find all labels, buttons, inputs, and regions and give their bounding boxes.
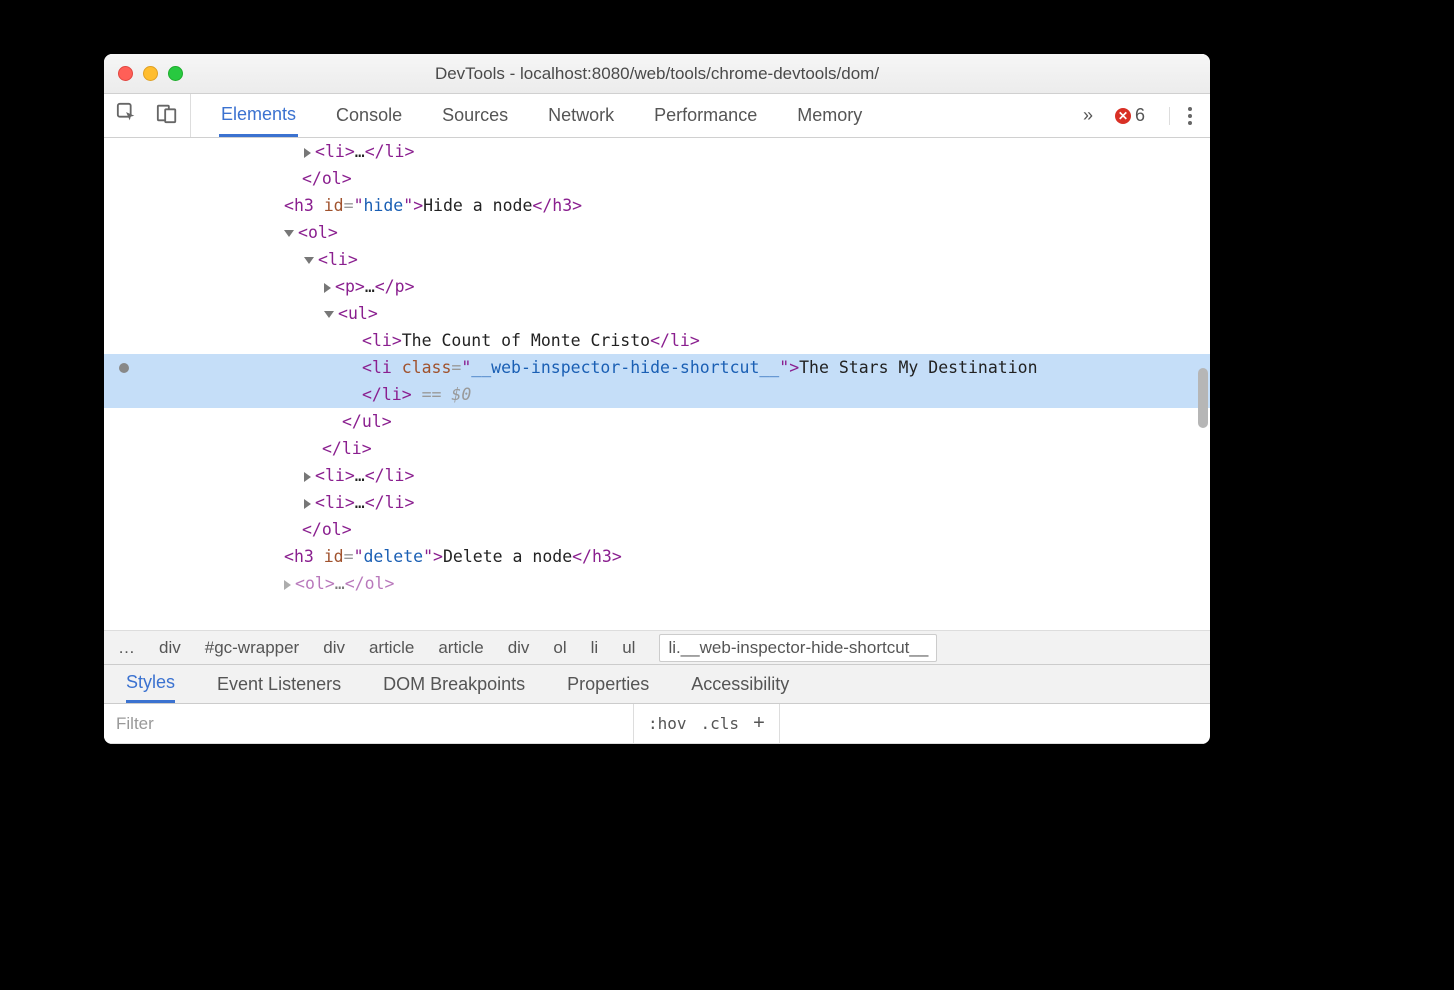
maximize-icon[interactable] <box>168 66 183 81</box>
titlebar: DevTools - localhost:8080/web/tools/chro… <box>104 54 1210 94</box>
breadcrumb-item[interactable]: article <box>438 638 483 658</box>
dom-node[interactable]: <li>…</li> <box>104 462 1210 489</box>
tab-performance[interactable]: Performance <box>652 94 759 137</box>
breadcrumb-item[interactable]: div <box>159 638 181 658</box>
box-model-preview <box>780 704 1210 743</box>
traffic-lights <box>104 66 183 81</box>
window-title: DevTools - localhost:8080/web/tools/chro… <box>104 64 1210 84</box>
main-toolbar: Elements Console Sources Network Perform… <box>104 94 1210 138</box>
subtab-accessibility[interactable]: Accessibility <box>691 665 789 703</box>
tab-memory[interactable]: Memory <box>795 94 864 137</box>
devtools-window: DevTools - localhost:8080/web/tools/chro… <box>104 54 1210 744</box>
dom-node[interactable]: <li> <box>104 246 1210 273</box>
toolbar-icon-group <box>104 94 191 137</box>
dom-node[interactable]: <h3 id="delete">Delete a node</h3> <box>104 543 1210 570</box>
dom-node[interactable]: <h3 id="hide">Hide a node</h3> <box>104 192 1210 219</box>
hov-toggle[interactable]: :hov <box>648 714 687 733</box>
breadcrumb-overflow[interactable]: … <box>118 638 135 658</box>
toolbar-right: » ✕ 6 <box>1083 105 1210 126</box>
cls-toggle[interactable]: .cls <box>701 714 740 733</box>
dom-node[interactable]: </li> <box>104 435 1210 462</box>
tab-console[interactable]: Console <box>334 94 404 137</box>
filter-input[interactable] <box>104 704 634 743</box>
breadcrumb-item[interactable]: div <box>508 638 530 658</box>
styles-subtabs: Styles Event Listeners DOM Breakpoints P… <box>104 664 1210 704</box>
dom-node[interactable]: </ol> <box>104 516 1210 543</box>
device-toggle-icon[interactable] <box>156 102 178 129</box>
error-badge[interactable]: ✕ 6 <box>1115 105 1145 126</box>
inspect-icon[interactable] <box>116 102 138 129</box>
settings-icon[interactable] <box>1169 107 1194 125</box>
dom-node[interactable]: </ol> <box>104 165 1210 192</box>
dom-node[interactable]: <li>…</li> <box>104 489 1210 516</box>
error-count: 6 <box>1135 105 1145 126</box>
dom-node[interactable]: <ol>…</ol> <box>104 570 1210 597</box>
dom-node[interactable]: <li>…</li> <box>104 138 1210 165</box>
breadcrumb: … div #gc-wrapper div article article di… <box>104 630 1210 664</box>
breadcrumb-item-selected[interactable]: li.__web-inspector-hide-shortcut__ <box>659 634 937 662</box>
breadcrumb-item[interactable]: div <box>323 638 345 658</box>
subtab-event-listeners[interactable]: Event Listeners <box>217 665 341 703</box>
dom-tree[interactable]: <li>…</li> </ol> <h3 id="hide">Hide a no… <box>104 138 1210 630</box>
breadcrumb-item[interactable]: li <box>591 638 599 658</box>
breadcrumb-item[interactable]: #gc-wrapper <box>205 638 300 658</box>
overflow-icon[interactable]: » <box>1083 105 1091 126</box>
dom-node-selected-cont[interactable]: </li> == $0 <box>104 381 1210 408</box>
breadcrumb-item[interactable]: ul <box>622 638 635 658</box>
panel-tabs: Elements Console Sources Network Perform… <box>191 94 1083 137</box>
minimize-icon[interactable] <box>143 66 158 81</box>
styles-filter-bar: :hov .cls + <box>104 704 1210 744</box>
tab-sources[interactable]: Sources <box>440 94 510 137</box>
subtab-properties[interactable]: Properties <box>567 665 649 703</box>
subtab-styles[interactable]: Styles <box>126 665 175 703</box>
subtab-dom-breakpoints[interactable]: DOM Breakpoints <box>383 665 525 703</box>
tab-elements[interactable]: Elements <box>219 94 298 137</box>
dom-node[interactable]: </ul> <box>104 408 1210 435</box>
dom-node[interactable]: <p>…</p> <box>104 273 1210 300</box>
dom-node[interactable]: <ol> <box>104 219 1210 246</box>
styles-toggles: :hov .cls + <box>634 704 780 743</box>
scrollbar-thumb[interactable] <box>1198 368 1208 428</box>
new-style-rule-icon[interactable]: + <box>753 712 765 735</box>
close-icon[interactable] <box>118 66 133 81</box>
dom-node-selected[interactable]: <li class="__web-inspector-hide-shortcut… <box>104 354 1210 381</box>
tab-network[interactable]: Network <box>546 94 616 137</box>
dom-node[interactable]: <ul> <box>104 300 1210 327</box>
hidden-node-indicator-icon <box>119 363 129 373</box>
breadcrumb-item[interactable]: article <box>369 638 414 658</box>
breadcrumb-item[interactable]: ol <box>553 638 566 658</box>
dom-node[interactable]: <li>The Count of Monte Cristo</li> <box>104 327 1210 354</box>
error-icon: ✕ <box>1115 108 1131 124</box>
